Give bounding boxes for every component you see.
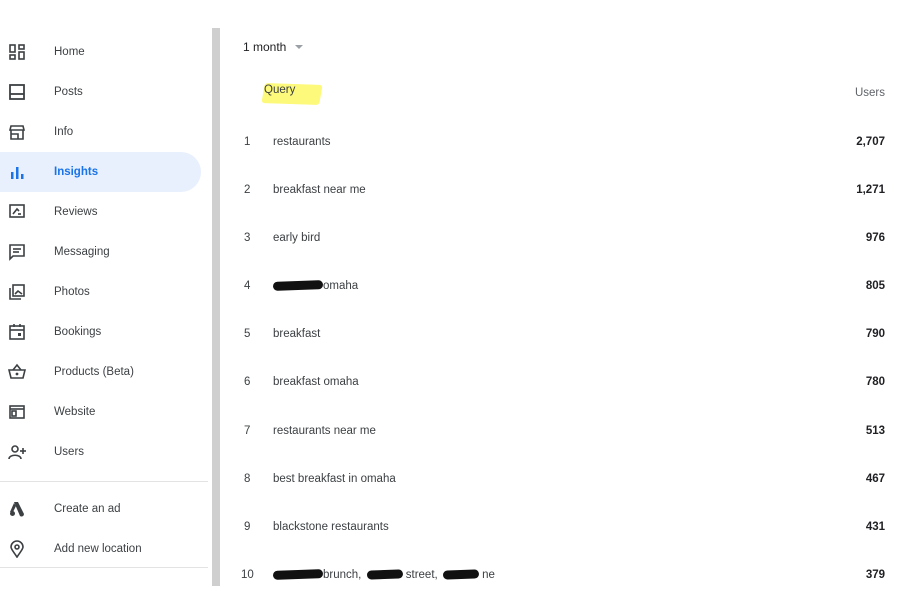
- table-row: 10 brunch, street, ne 379: [220, 569, 900, 589]
- period-dropdown[interactable]: 1 month: [243, 40, 304, 54]
- row-query: breakfast: [273, 328, 321, 340]
- table-row: 3 early bird 976: [220, 232, 900, 252]
- row-rank: 3: [244, 232, 251, 244]
- storefront-icon: [8, 123, 26, 141]
- row-query: restaurants near me: [273, 425, 376, 437]
- row-rank: 4: [244, 280, 251, 292]
- sidebar-item-create-ad[interactable]: Create an ad: [0, 489, 201, 529]
- redaction-mark: [366, 569, 403, 581]
- table-row: 2 breakfast near me 1,271: [220, 184, 900, 204]
- sidebar-item-label: Info: [54, 126, 74, 138]
- row-rank: 6: [244, 376, 251, 388]
- row-query-text: street,: [405, 569, 438, 581]
- row-users: 379: [865, 569, 885, 581]
- sidebar-item-home[interactable]: Home: [0, 32, 201, 72]
- row-query: early bird: [273, 232, 321, 244]
- row-users: 790: [865, 328, 885, 340]
- insights-queries-panel: 1 month Query Users 1 restaurants 2,707 …: [220, 0, 900, 600]
- sidebar-item-reviews[interactable]: Reviews: [0, 192, 201, 232]
- row-users: 513: [865, 425, 885, 437]
- sidebar-item-label: Website: [54, 406, 96, 418]
- column-header-users: Users: [854, 87, 885, 99]
- row-users: 976: [865, 232, 885, 244]
- row-query: restaurants: [273, 136, 331, 148]
- sidebar-divider: [0, 481, 208, 482]
- add-user-icon: [8, 443, 26, 461]
- google-ads-icon: [8, 500, 26, 518]
- sidebar-item-users[interactable]: Users: [0, 432, 201, 472]
- sidebar-item-bookings[interactable]: Bookings: [0, 312, 201, 352]
- message-icon: [8, 243, 26, 261]
- reviews-icon: [8, 203, 26, 221]
- table-row: 1 restaurants 2,707: [220, 136, 900, 156]
- sidebar-item-label: Users: [54, 446, 85, 458]
- dashboard-icon: [8, 43, 26, 61]
- chevron-down-icon: [295, 45, 304, 49]
- calendar-icon: [8, 323, 26, 341]
- redaction-mark: [442, 569, 480, 581]
- sidebar-nav: Home Posts Info Insights Reviews Messagi…: [0, 0, 210, 600]
- sidebar-bottom-divider: [0, 567, 208, 568]
- row-users: 780: [865, 376, 885, 388]
- row-rank: 7: [244, 425, 251, 437]
- basket-icon: [8, 363, 26, 381]
- row-rank: 10: [241, 569, 254, 581]
- sidebar-item-messaging[interactable]: Messaging: [0, 232, 201, 272]
- sidebar-item-insights[interactable]: Insights: [0, 152, 201, 192]
- table-row: 8 best breakfast in omaha 467: [220, 473, 900, 493]
- sidebar-item-label: Reviews: [54, 206, 98, 218]
- sidebar-item-photos[interactable]: Photos: [0, 272, 201, 312]
- table-row: 4 omaha 805: [220, 280, 900, 300]
- sidebar-item-posts[interactable]: Posts: [0, 72, 201, 112]
- row-rank: 9: [244, 521, 251, 533]
- sidebar-item-products[interactable]: Products (Beta): [0, 352, 201, 392]
- redaction-mark: [272, 569, 324, 581]
- row-query: breakfast near me: [273, 184, 366, 196]
- sidebar-item-label: Posts: [54, 86, 83, 98]
- sidebar-item-label: Messaging: [54, 246, 110, 258]
- posts-icon: [8, 83, 26, 101]
- row-users: 805: [865, 280, 885, 292]
- row-query: omaha: [272, 280, 359, 292]
- sidebar-item-label: Insights: [54, 166, 99, 178]
- sidebar-item-add-location[interactable]: Add new location: [0, 529, 201, 569]
- row-users: 1,271: [856, 184, 885, 196]
- row-query: best breakfast in omaha: [273, 473, 396, 485]
- row-query-text: brunch,: [323, 569, 362, 581]
- sidebar-item-label: Home: [54, 46, 85, 58]
- row-rank: 8: [244, 473, 251, 485]
- website-icon: [8, 403, 26, 421]
- period-value: 1 month: [243, 40, 287, 54]
- sidebar-item-website[interactable]: Website: [0, 392, 201, 432]
- row-query: breakfast omaha: [273, 376, 359, 388]
- row-users: 431: [865, 521, 885, 533]
- sidebar-item-label: Bookings: [54, 326, 102, 338]
- location-pin-icon: [8, 540, 26, 558]
- sidebar-item-label: Add new location: [54, 543, 142, 555]
- row-rank: 2: [244, 184, 251, 196]
- sidebar-item-label: Photos: [54, 286, 90, 298]
- redaction-mark: [272, 280, 324, 292]
- bar-chart-icon: [8, 163, 26, 181]
- photos-icon: [8, 283, 26, 301]
- table-row: 9 blackstone restaurants 431: [220, 521, 900, 541]
- row-rank: 1: [244, 136, 251, 148]
- row-query: brunch, street, ne: [272, 569, 495, 581]
- row-query-text: omaha: [323, 280, 359, 292]
- sidebar-item-label: Create an ad: [54, 503, 121, 515]
- panel-divider: [212, 28, 220, 586]
- table-row: 7 restaurants near me 513: [220, 425, 900, 445]
- column-header-query: Query: [264, 84, 296, 96]
- table-row: 5 breakfast 790: [220, 328, 900, 348]
- table-row: 6 breakfast omaha 780: [220, 376, 900, 396]
- sidebar-item-info[interactable]: Info: [0, 112, 201, 152]
- row-rank: 5: [244, 328, 251, 340]
- row-query: blackstone restaurants: [273, 521, 389, 533]
- sidebar-item-label: Products (Beta): [54, 366, 134, 378]
- row-query-text: ne: [482, 569, 495, 581]
- row-users: 2,707: [856, 136, 885, 148]
- row-users: 467: [865, 473, 885, 485]
